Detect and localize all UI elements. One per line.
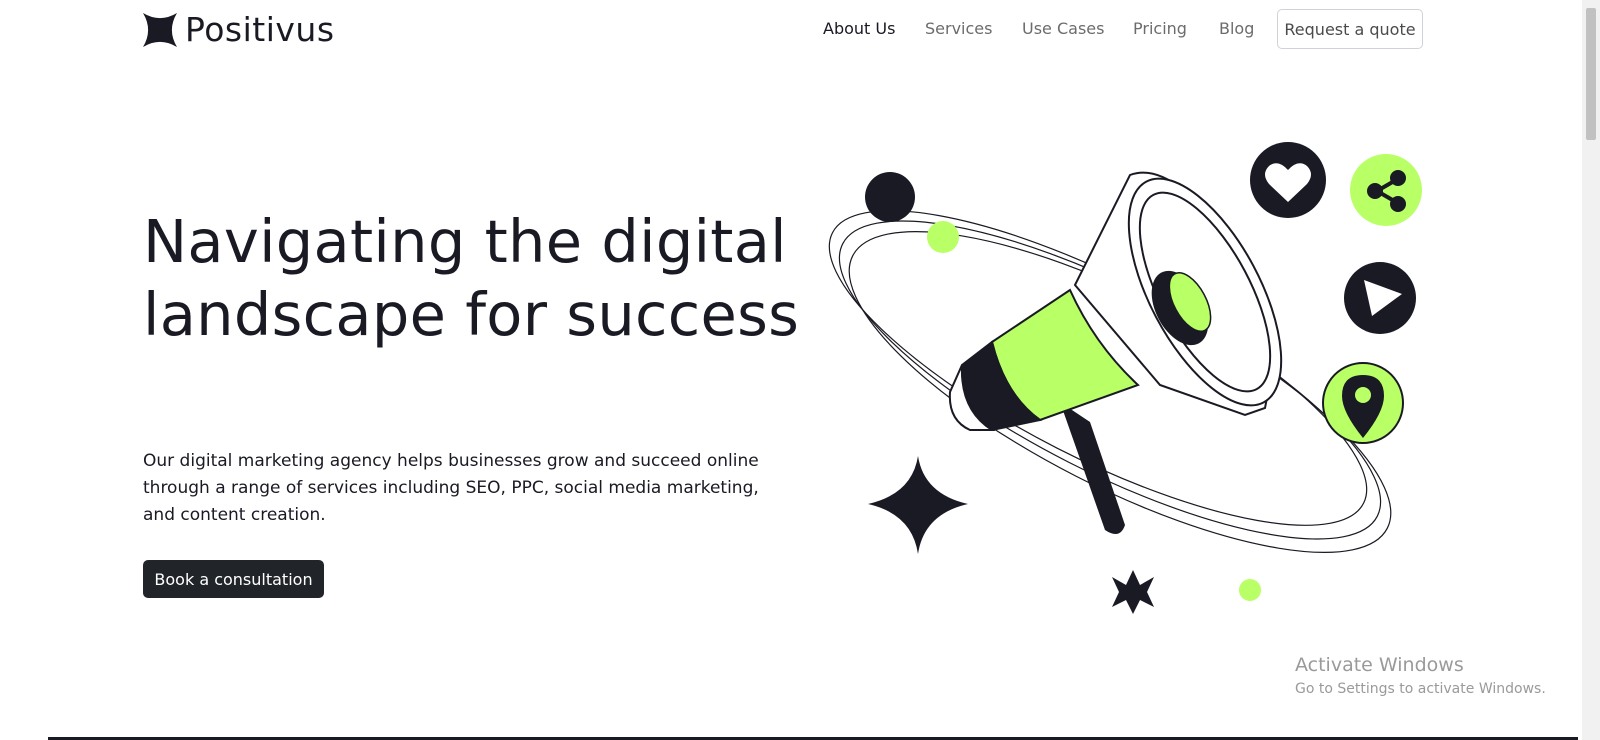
nav-link-blog[interactable]: Blog <box>1219 18 1254 40</box>
watermark-title: Activate Windows <box>1295 654 1464 676</box>
hero-illustration <box>828 142 1422 614</box>
navbar: Positivus About Us Services Use Cases Pr… <box>0 0 1580 60</box>
heart-icon <box>1250 142 1326 218</box>
nav-link-use-cases[interactable]: Use Cases <box>1022 18 1104 40</box>
share-icon <box>1350 154 1422 226</box>
green-dot-small <box>1239 579 1261 601</box>
nav-link-services[interactable]: Services <box>925 18 992 40</box>
megaphone-icon <box>948 171 1283 534</box>
sparkle-star-icon <box>868 456 1154 614</box>
windows-activation-watermark: Activate Windows Go to Settings to activ… <box>1295 653 1546 699</box>
page: Positivus About Us Services Use Cases Pr… <box>0 0 1600 740</box>
watermark-subtitle: Go to Settings to activate Windows. <box>1295 681 1546 697</box>
nav-link-about-us[interactable]: About Us <box>823 18 895 40</box>
play-icon <box>1344 262 1416 334</box>
hero-description: Our digital marketing agency helps busin… <box>143 451 759 525</box>
vertical-scrollbar[interactable] <box>1582 0 1600 740</box>
nav-link-pricing[interactable]: Pricing <box>1133 18 1187 40</box>
green-dot <box>927 221 959 253</box>
hero-title: Navigating the digital landscape for suc… <box>143 207 800 349</box>
location-pin-icon <box>1322 362 1404 444</box>
scrollbar-thumb[interactable] <box>1586 8 1596 140</box>
request-quote-button[interactable]: Request a quote <box>1277 9 1423 49</box>
book-consultation-button[interactable]: Book a consultation <box>143 560 324 598</box>
black-dot <box>865 172 915 222</box>
